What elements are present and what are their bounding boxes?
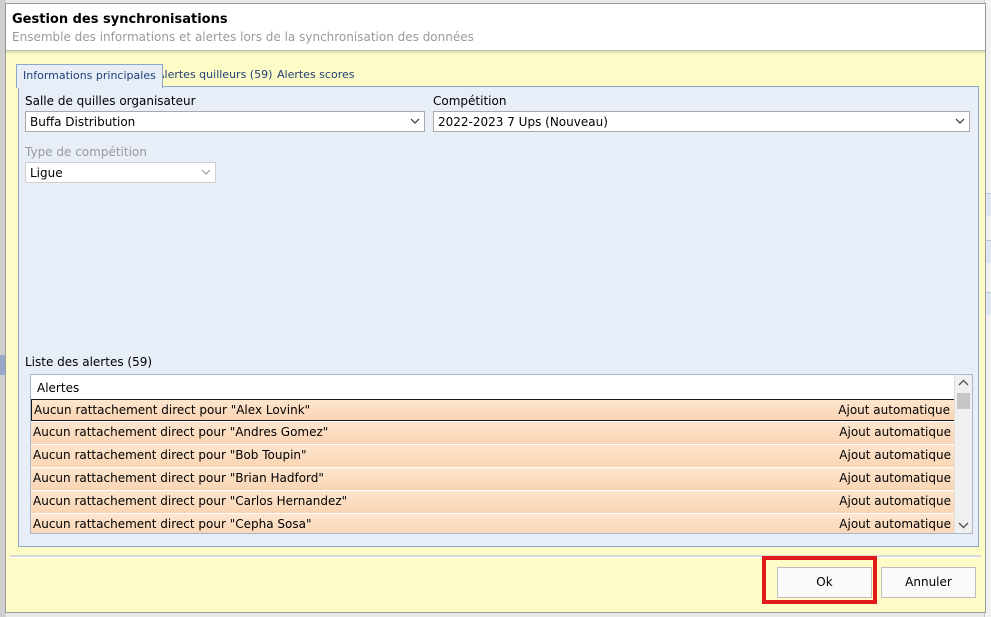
alert-message: Aucun rattachement direct pour "Alex Lov…	[34, 403, 311, 417]
alert-row[interactable]: Aucun rattachement direct pour "Brian Ha…	[31, 468, 955, 490]
alert-message: Aucun rattachement direct pour "Cepha So…	[33, 517, 312, 531]
alert-message: Aucun rattachement direct pour "Andres G…	[33, 425, 329, 439]
alert-action: Ajout automatique	[839, 517, 951, 531]
alert-action: Ajout automatique	[839, 471, 951, 485]
alerts-list: Alertes Aucun rattachement direct pour "…	[30, 374, 973, 534]
footer-divider	[10, 555, 981, 558]
cancel-button[interactable]: Annuler	[881, 567, 976, 598]
alert-action: Ajout automatique	[839, 494, 951, 508]
chevron-down-icon	[410, 118, 420, 124]
alerts-list-label: Liste des alertes (59)	[25, 355, 153, 369]
chevron-down-icon	[955, 118, 965, 124]
alert-action: Ajout automatique	[839, 448, 951, 462]
alert-row[interactable]: Aucun rattachement direct pour "Carlos H…	[31, 491, 955, 513]
host-select-value: Buffa Distribution	[30, 115, 136, 129]
ok-button[interactable]: Ok	[777, 567, 872, 598]
alert-row[interactable]: Aucun rattachement direct pour "Andres G…	[31, 422, 955, 444]
scroll-up-icon[interactable]	[955, 375, 972, 392]
dialog-subtitle: Ensemble des informations et alertes lor…	[12, 30, 474, 44]
host-label: Salle de quilles organisateur	[25, 94, 196, 108]
competition-select-value: 2022-2023 7 Ups (Nouveau)	[438, 115, 608, 129]
tab-bowler-alerts[interactable]: Alertes quilleurs (59)	[151, 64, 278, 86]
competition-label: Compétition	[433, 94, 507, 108]
competition-type-value: Ligue	[30, 166, 63, 180]
alert-row[interactable]: Aucun rattachement direct pour "Alex Lov…	[31, 399, 955, 421]
alert-action: Ajout automatique	[838, 403, 950, 417]
chevron-down-icon	[201, 169, 211, 175]
alerts-scrollbar[interactable]	[954, 375, 972, 533]
alerts-rows: Aucun rattachement direct pour "Alex Lov…	[31, 399, 955, 533]
alert-row[interactable]: Aucun rattachement direct pour "Cepha So…	[31, 514, 955, 533]
alert-message: Aucun rattachement direct pour "Bob Toup…	[33, 448, 307, 462]
host-select[interactable]: Buffa Distribution	[25, 111, 425, 132]
alert-message: Aucun rattachement direct pour "Carlos H…	[33, 494, 348, 508]
dialog-header: Gestion des synchronisations Ensemble de…	[6, 4, 985, 51]
sync-management-dialog: Gestion des synchronisations Ensemble de…	[5, 3, 986, 613]
dialog-title: Gestion des synchronisations	[12, 12, 228, 27]
competition-type-select: Ligue	[25, 162, 216, 183]
tab-panel-main-info: Salle de quilles organisateur Buffa Dist…	[18, 86, 979, 547]
tab-main-info[interactable]: Informations principales	[16, 64, 163, 88]
scroll-down-icon[interactable]	[955, 516, 972, 533]
tab-score-alerts[interactable]: Alertes scores	[271, 64, 360, 86]
alert-row[interactable]: Aucun rattachement direct pour "Bob Toup…	[31, 445, 955, 467]
competition-select[interactable]: 2022-2023 7 Ups (Nouveau)	[433, 111, 970, 132]
scrollbar-thumb[interactable]	[957, 393, 970, 409]
alerts-column-header: Alertes	[37, 381, 80, 395]
competition-type-label: Type de compétition	[25, 145, 147, 159]
alert-message: Aucun rattachement direct pour "Brian Ha…	[33, 471, 324, 485]
alert-action: Ajout automatique	[839, 425, 951, 439]
